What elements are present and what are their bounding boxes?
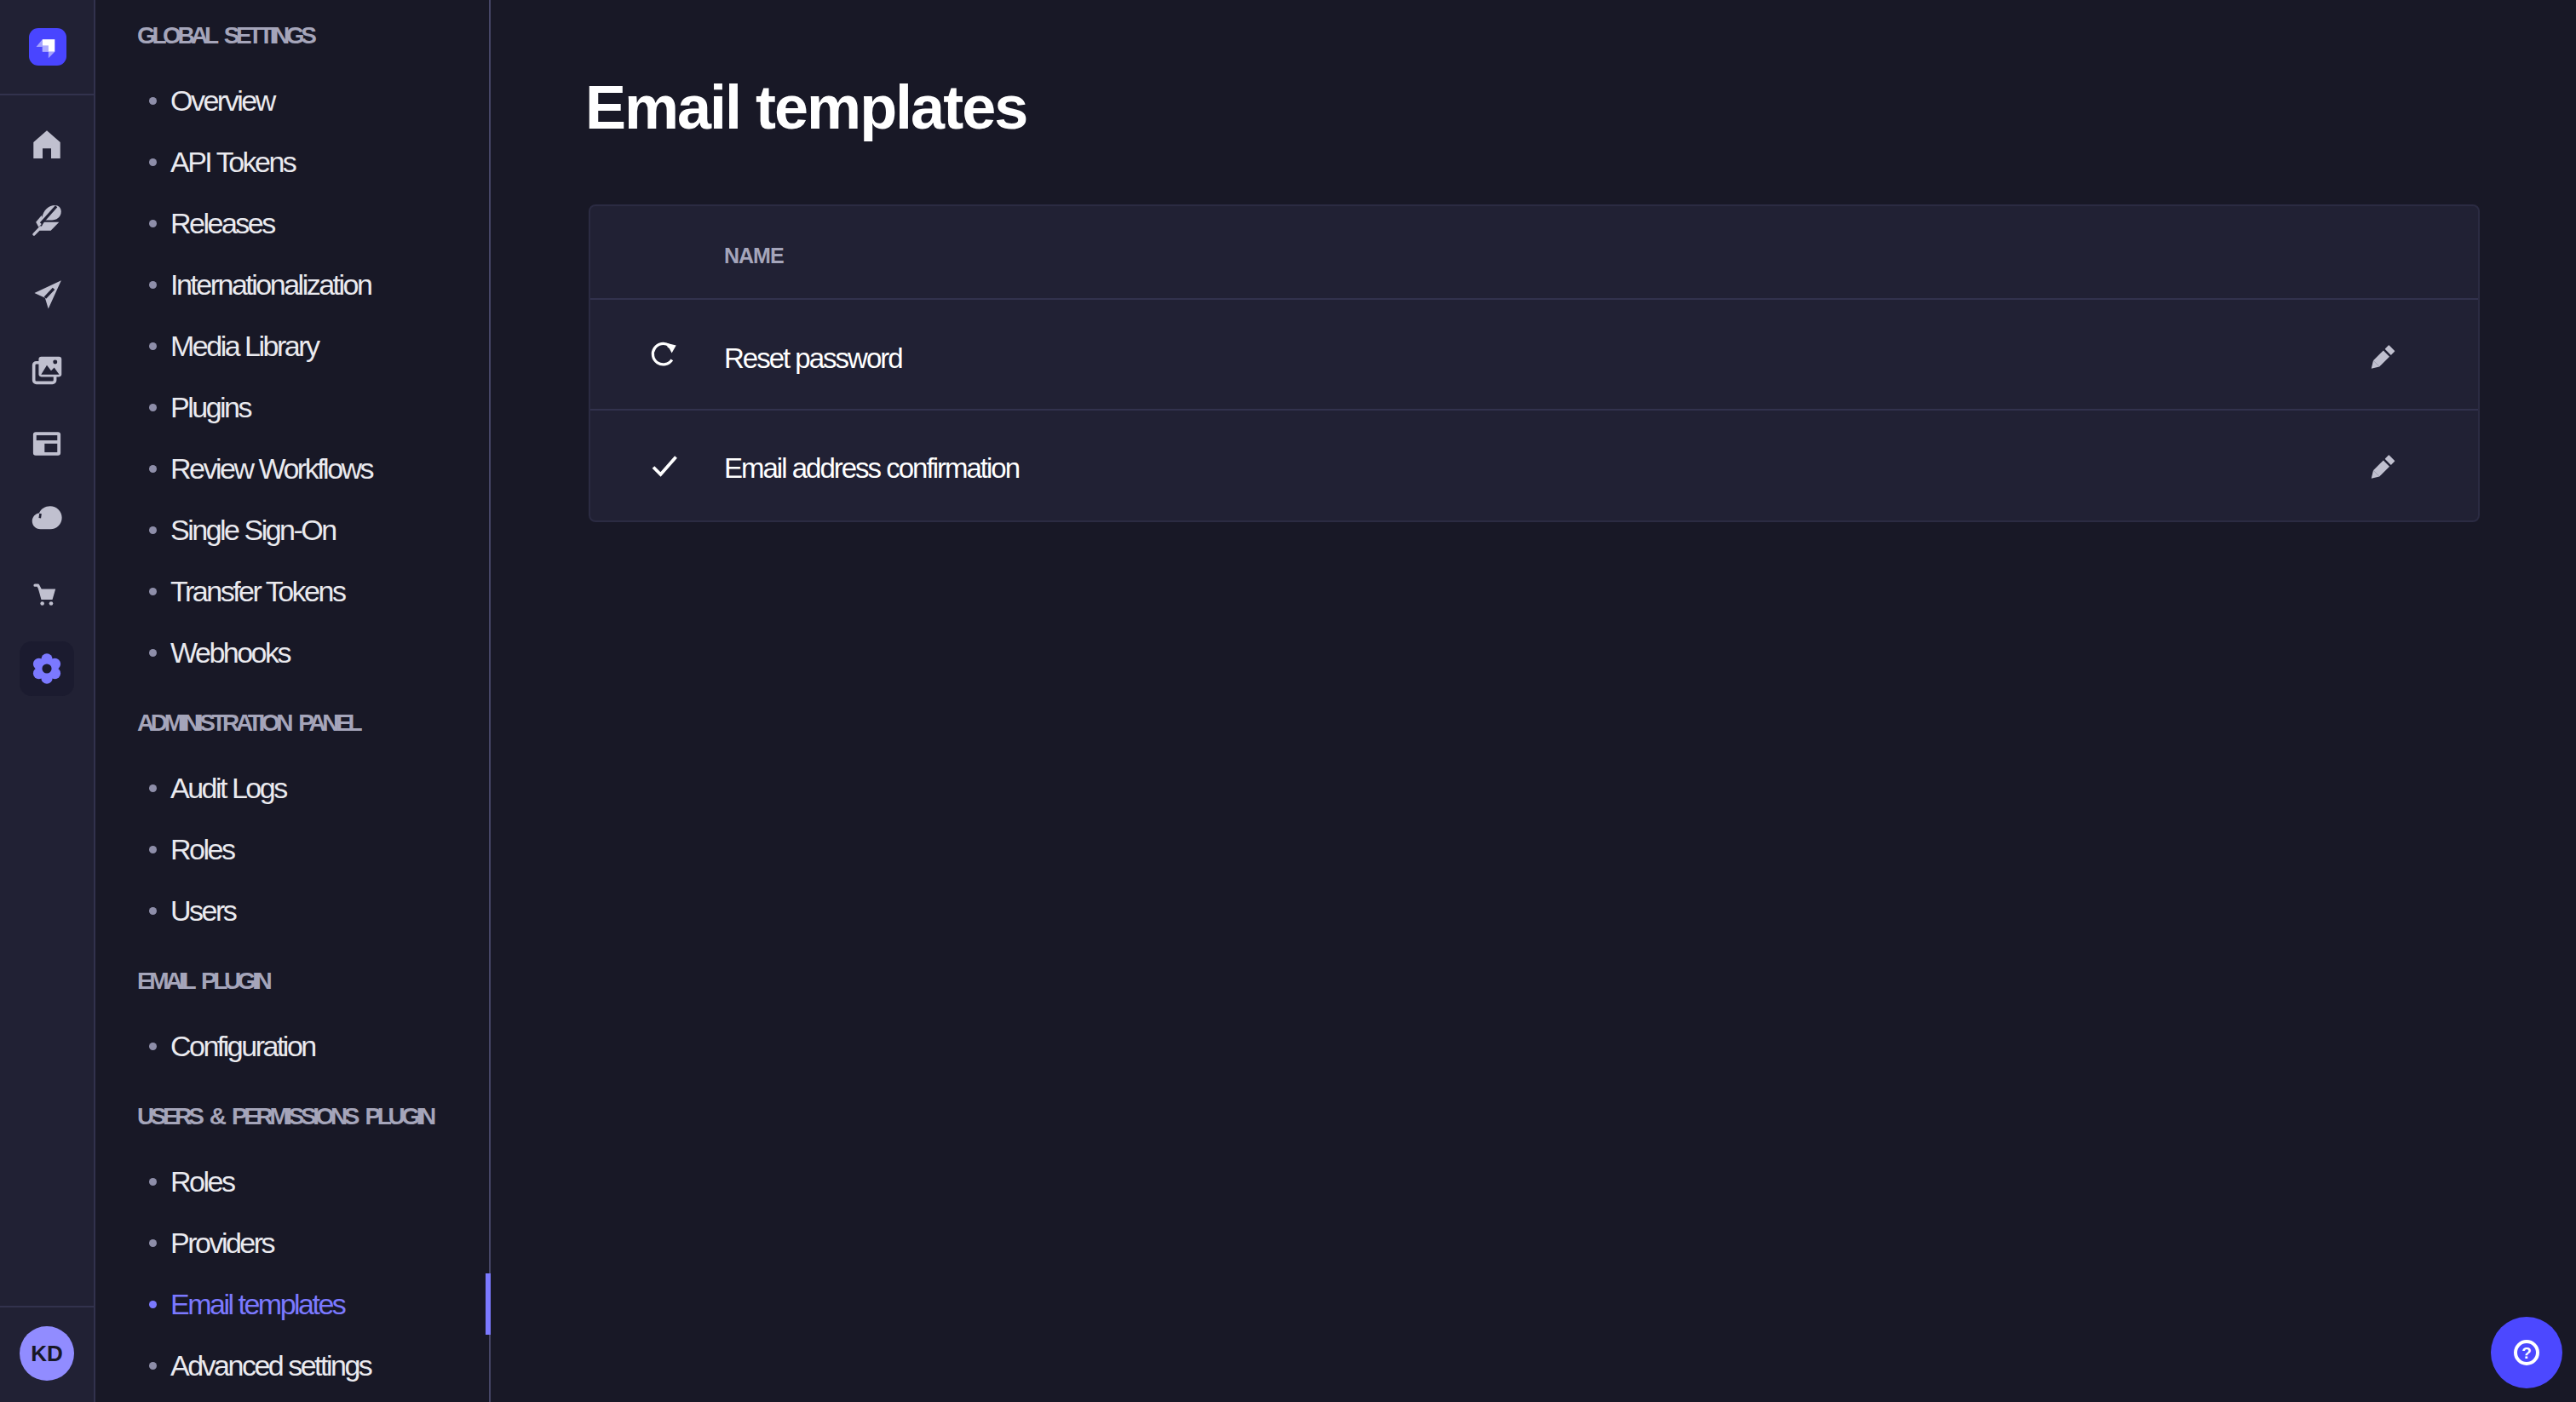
svg-text:?: ? — [2521, 1344, 2532, 1362]
